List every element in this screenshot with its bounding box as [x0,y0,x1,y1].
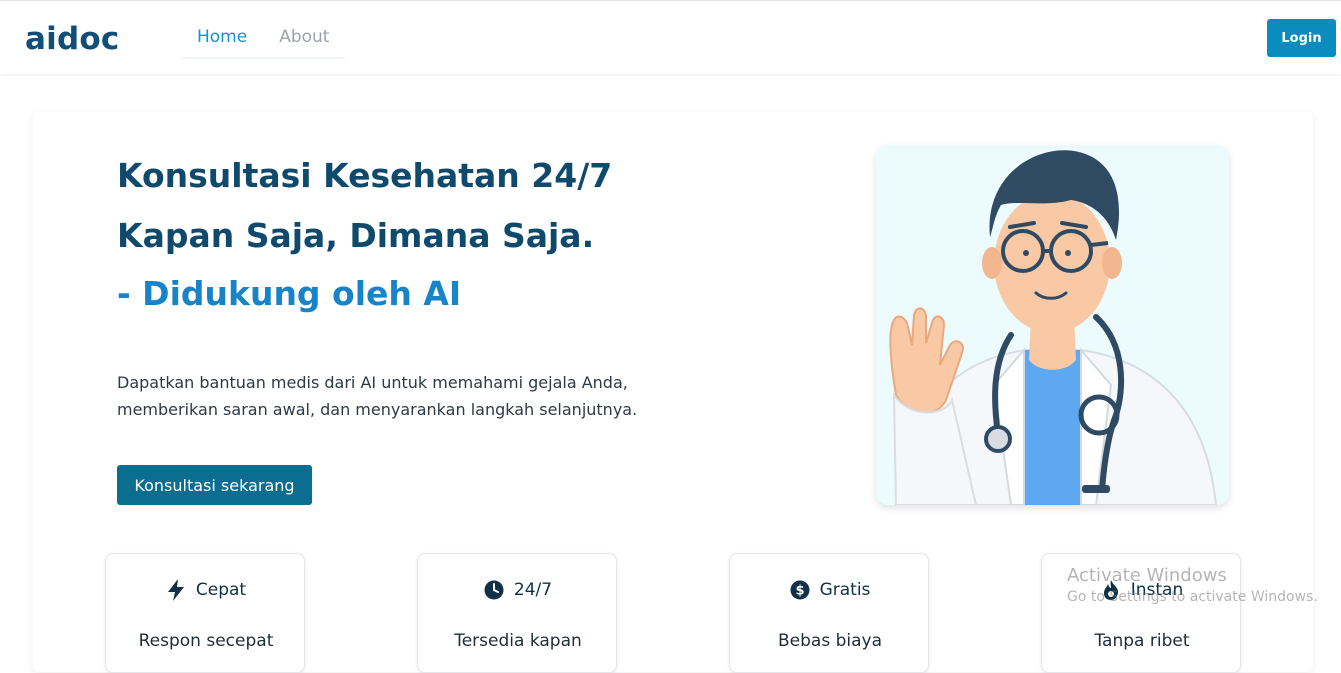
nav-about[interactable]: About [263,19,346,59]
watermark-line2: Go to Settings to activate Windows. [1067,589,1318,605]
feature-title: $ Gratis [730,580,930,600]
login-button[interactable]: Login [1267,19,1336,57]
feature-card-cepat: Cepat Respon secepat [105,553,305,673]
consult-now-button[interactable]: Konsultasi sekarang [117,465,312,505]
doctor-illustration [876,145,1229,505]
feature-title-text: Cepat [195,580,247,600]
feature-title: 24/7 [418,580,618,600]
doctor-illustration-svg [889,150,1218,505]
hero-title-line2: Kapan Saja, Dimana Saja. [117,216,595,255]
hero-description-line2: memberikan saran awal, dan menyarankan l… [117,400,638,419]
navbar: aidoc Home About Login [0,0,1341,74]
hero-description-line1: Dapatkan bantuan medis dari AI untuk mem… [117,373,628,392]
svg-text:$: $ [795,584,804,599]
feature-desc: Bebas biaya [777,631,882,651]
clock-icon [484,580,504,600]
feature-desc: Tersedia kapan [454,631,582,651]
windows-activation-watermark: Activate Windows Go to Settings to activ… [1067,565,1318,605]
hero-title-line1: Konsultasi Kesehatan 24/7 [117,156,613,195]
feature-desc: Respon secepat [138,631,274,651]
watermark-line1: Activate Windows [1067,565,1227,586]
feature-card-24-7: 24/7 Tersedia kapan [417,553,617,673]
nav-home[interactable]: Home [181,19,264,59]
feature-title-text: Gratis [819,580,871,600]
dollar-icon: $ [790,580,810,600]
lightning-icon [166,579,186,601]
feature-card-gratis: $ Gratis Bebas biaya [729,553,929,673]
feature-title: Cepat [106,579,306,601]
feature-title-text: 24/7 [513,580,553,600]
nav-tabs: Home About [181,19,346,59]
hero-title-line3: - Didukung oleh AI [117,274,462,313]
hero-description: Dapatkan bantuan medis dari AI untuk mem… [117,369,677,423]
feature-desc: Tanpa ribet [1094,631,1190,651]
brand-logo[interactable]: aidoc [25,21,119,57]
